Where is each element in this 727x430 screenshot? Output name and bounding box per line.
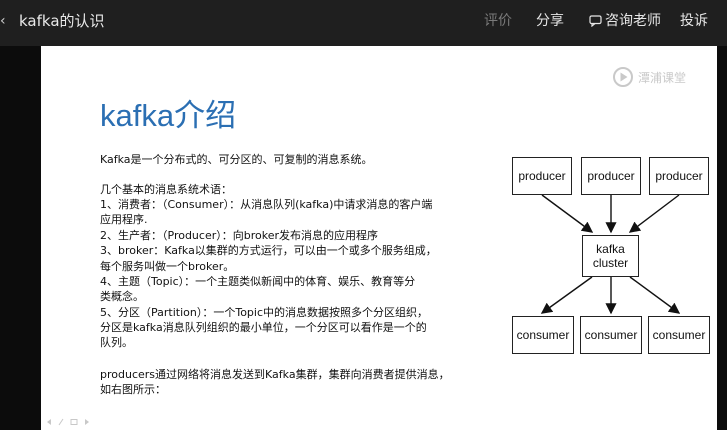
evaluate-link[interactable]: 评价 bbox=[484, 11, 512, 31]
cluster-label-line1: kafka bbox=[596, 242, 625, 256]
term-line: 1、消费者：（Consumer）：从消息队列(kafka)中请求消息的客户端 bbox=[100, 198, 433, 211]
term-line: 类概念。 bbox=[100, 290, 144, 303]
term-line: 2、生产者：（Producer）：向broker发布消息的应用程序 bbox=[100, 229, 379, 242]
top-bar: ‹ kafka的认识 评价 分享 咨询老师 投诉 bbox=[0, 0, 727, 46]
share-link[interactable]: 分享 bbox=[536, 11, 564, 31]
slide-controls[interactable] bbox=[46, 418, 96, 429]
complain-link[interactable]: 投诉 bbox=[680, 11, 708, 31]
term-line: 分区是kafka消息队列组织的最小单位，一个分区可以看作是一个的 bbox=[100, 321, 427, 334]
consult-teacher-label: 咨询老师 bbox=[605, 13, 661, 29]
term-line: 3、broker：Kafka以集群的方式运行，可以由一个或多个服务组成， bbox=[100, 244, 437, 257]
term-line: 每个服务叫做一个broker。 bbox=[100, 260, 235, 273]
term-line: 应用程序. bbox=[100, 213, 148, 226]
chat-bubble-icon bbox=[589, 15, 602, 27]
left-margin bbox=[0, 46, 41, 430]
page-title: kafka的认识 bbox=[19, 12, 105, 30]
term-line: 4、主题（Topic）：一个主题类似新闻中的体育、娱乐、教育等分 bbox=[100, 275, 416, 288]
summary-line: 如右图所示： bbox=[100, 383, 166, 396]
play-circle-icon bbox=[613, 67, 633, 87]
consumer-box: consumer bbox=[512, 316, 574, 354]
consult-teacher-link[interactable]: 咨询老师 bbox=[589, 11, 661, 31]
consumer-box: consumer bbox=[648, 316, 710, 354]
watermark-logo: 潭浦课堂 bbox=[612, 66, 686, 88]
term-line: 队列。 bbox=[100, 336, 133, 349]
term-line: 5、分区（Partition）：一个Topic中的消息数据按照多个分区组织， bbox=[100, 306, 429, 319]
back-chevron-icon[interactable]: ‹ bbox=[0, 12, 6, 30]
summary-line: producers通过网络将消息发送到Kafka集群，集群向消费者提供消息， bbox=[100, 368, 450, 381]
producer-box: producer bbox=[649, 157, 709, 195]
logo-text: 潭浦课堂 bbox=[638, 70, 687, 85]
producer-box: producer bbox=[581, 157, 641, 195]
cluster-label-line2: cluster bbox=[592, 256, 629, 270]
kafka-cluster-box: kafka cluster bbox=[582, 235, 639, 277]
intro-text: Kafka是一个分布式的、可分区的、可复制的消息系统。 bbox=[100, 153, 373, 166]
terms-title: 几个基本的消息系统术语： bbox=[100, 183, 232, 196]
slide-control-icons[interactable] bbox=[46, 418, 96, 426]
right-margin bbox=[717, 46, 727, 430]
producer-box: producer bbox=[512, 157, 572, 195]
consumer-box: consumer bbox=[580, 316, 642, 354]
slide-heading: kafka介绍 bbox=[100, 98, 237, 133]
